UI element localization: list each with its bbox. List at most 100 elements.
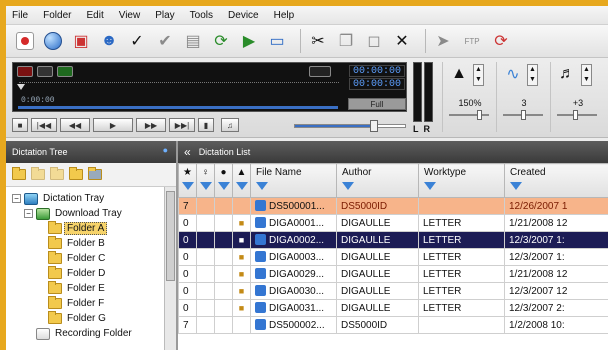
folder-icon (48, 236, 62, 249)
fast-forward-icon[interactable]: ▶▶ (136, 118, 166, 132)
stop-record-icon[interactable] (17, 66, 33, 77)
tray-icon[interactable]: ▣ (70, 30, 92, 52)
author-column-header[interactable]: Author (336, 163, 419, 198)
eye-icon[interactable] (37, 66, 53, 77)
table-row[interactable]: 0 ■ DIGA0031... DIGAULLE LETTER 12/3/2007 2: (178, 299, 608, 317)
pin-icon[interactable]: ● (163, 145, 168, 155)
speed-stepper[interactable]: ▲ ▼ (473, 64, 484, 86)
tree-item[interactable]: Folder A (6, 221, 176, 236)
filter-icon[interactable] (256, 182, 268, 190)
new-folder-icon[interactable] (12, 167, 26, 180)
menu-folder[interactable]: Folder (43, 10, 71, 21)
tree-title: Dictation Tree (12, 147, 68, 157)
volume-slider[interactable] (294, 120, 406, 132)
menu-device[interactable]: Device (228, 10, 259, 21)
tree-scrollbar[interactable] (164, 187, 176, 350)
noise-slider[interactable] (503, 110, 543, 120)
filter-icon[interactable] (181, 182, 194, 190)
tree-item[interactable]: Folder C (6, 251, 176, 266)
menu-tools[interactable]: Tools (190, 10, 213, 21)
paste-icon[interactable]: ◻ (363, 30, 385, 52)
filename-column-header[interactable]: File Name (250, 163, 337, 198)
speed-slider[interactable] (449, 110, 489, 120)
alert-column-header[interactable]: ▲ (232, 163, 251, 198)
speaker-icon[interactable]: ♫ (221, 118, 239, 132)
table-row[interactable]: 0 ■ DIGA0001... DIGAULLE LETTER 1/21/2008 12 (178, 214, 608, 232)
cut-icon[interactable]: ✂ (307, 30, 329, 52)
user-icon[interactable]: ☻ (98, 30, 120, 52)
tone-slider[interactable] (557, 110, 597, 120)
ftp-icon[interactable]: FTP (460, 30, 484, 52)
lock-icon: ■ (238, 218, 245, 228)
book-icon[interactable]: ▤ (182, 30, 204, 52)
filter-icon[interactable] (199, 182, 212, 190)
table-row[interactable]: 0 ■ DIGA0030... DIGAULLE LETTER 12/3/2007 12 (178, 282, 608, 300)
filter-icon[interactable] (510, 182, 522, 190)
table-row[interactable]: 7 DS500002... DS5000ID 1/2/2008 10: (178, 316, 608, 334)
monitor-icon[interactable]: ▭ (266, 30, 288, 52)
display-mode[interactable]: Full (348, 98, 406, 110)
tree-scroll-thumb[interactable] (166, 191, 175, 281)
tree-item[interactable]: − Download Tray (6, 206, 176, 221)
filter-icon[interactable] (342, 182, 354, 190)
noise-stepper[interactable]: ▲ ▼ (527, 64, 538, 86)
tree-item[interactable]: − Dictation Tray (6, 191, 176, 206)
folder-copy-icon[interactable] (50, 167, 64, 180)
worktype-column-header[interactable]: Worktype (418, 163, 505, 198)
volume-thumb[interactable] (370, 120, 379, 132)
sync-icon[interactable]: ⟳ (490, 30, 512, 52)
copy-icon[interactable]: ❐ (335, 30, 357, 52)
record-icon[interactable] (14, 30, 36, 52)
menu-edit[interactable]: Edit (86, 10, 103, 21)
position-bar[interactable] (18, 106, 338, 109)
tree-item[interactable]: Folder G (6, 311, 176, 326)
menu-file[interactable]: File (12, 10, 28, 21)
menu-view[interactable]: View (119, 10, 141, 21)
tree-item[interactable]: Recording Folder (6, 326, 176, 341)
status-column-header[interactable]: ● (214, 163, 233, 198)
send-icon[interactable]: ▶ (238, 30, 260, 52)
dictation-file-icon (255, 319, 266, 330)
collapse-toggle-icon[interactable]: − (24, 209, 33, 218)
dictation-file-icon (255, 200, 266, 211)
filter-icon[interactable] (217, 182, 230, 190)
table-row[interactable]: 0 ■ DIGA0002... DIGAULLE LETTER 12/3/2007 1: (178, 231, 608, 249)
menu-play[interactable]: Play (155, 10, 174, 21)
send-mail-icon[interactable]: ➤ (432, 30, 454, 52)
tone-stepper[interactable]: ▲ ▼ (581, 64, 592, 86)
refresh-icon[interactable]: ⟳ (210, 30, 232, 52)
stop-icon[interactable]: ■ (12, 118, 28, 132)
table-row[interactable]: 0 ■ DIGA0003... DIGAULLE LETTER 12/3/2007 1: (178, 248, 608, 266)
globe-icon[interactable] (42, 30, 64, 52)
collapse-icon[interactable]: « (184, 145, 191, 159)
end-icon[interactable]: ▮ (198, 118, 214, 132)
priority-column-header[interactable]: ★ (178, 163, 197, 198)
tree-item[interactable]: Folder D (6, 266, 176, 281)
approve-icon[interactable]: ✔ (154, 30, 176, 52)
tree-item[interactable]: Folder B (6, 236, 176, 251)
table-row[interactable]: 0 ■ DIGA0029... DIGAULLE LETTER 1/21/2008 12 (178, 265, 608, 283)
table-row[interactable]: 7 DS500001... DS5000ID 12/26/2007 1 (178, 197, 608, 215)
check-icon[interactable]: ✓ (126, 30, 148, 52)
comment-column-header[interactable]: ♀ (196, 163, 215, 198)
tree-item[interactable]: Folder F (6, 296, 176, 311)
created-column-header[interactable]: Created (504, 163, 608, 198)
filter-icon[interactable] (424, 182, 436, 190)
delete-icon[interactable]: ✕ (391, 30, 413, 52)
folder-up-icon[interactable] (31, 167, 45, 180)
rewind-icon[interactable]: ◀◀ (60, 118, 90, 132)
status-cell (214, 248, 233, 266)
play-mode-icon[interactable] (57, 66, 73, 77)
insert-mode-icon[interactable] (309, 66, 331, 77)
position-marker[interactable] (17, 84, 25, 90)
skip-start-icon[interactable]: |◀◀ (31, 118, 57, 132)
tree-item-label: Folder C (67, 253, 106, 264)
folder-open-icon[interactable] (69, 167, 83, 180)
play-icon[interactable]: ▶ (93, 118, 133, 132)
collapse-toggle-icon[interactable]: − (12, 194, 21, 203)
skip-end-icon[interactable]: ▶▶| (169, 118, 195, 132)
filter-icon[interactable] (235, 182, 248, 190)
folder-settings-icon[interactable] (88, 167, 102, 180)
tree-item[interactable]: Folder E (6, 281, 176, 296)
menu-help[interactable]: Help (274, 10, 295, 21)
